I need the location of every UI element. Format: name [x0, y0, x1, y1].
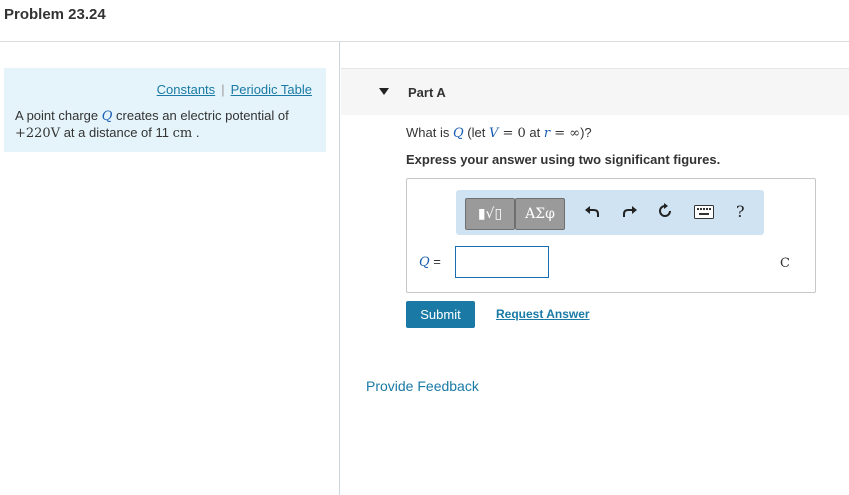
help-icon[interactable]: ? [736, 202, 745, 221]
resource-links: Constants | Periodic Table [157, 82, 312, 97]
problem-text-part: . [192, 125, 200, 140]
problem-text-part: at a distance of 11 [60, 125, 173, 140]
question-part: )? [580, 125, 592, 140]
charge-variable: Q [452, 126, 464, 141]
redo-icon[interactable] [622, 203, 638, 224]
problem-text-part: A point charge [15, 108, 102, 123]
question-part: (let [463, 125, 489, 140]
greek-symbols-button[interactable]: ΑΣφ [515, 198, 565, 230]
answer-input[interactable] [455, 246, 549, 278]
keyboard-icon[interactable] [694, 205, 714, 224]
answer-label: Q = [419, 254, 441, 270]
charge-variable: Q [101, 109, 113, 124]
templates-button[interactable]: ▮√▯ [465, 198, 515, 230]
problem-statement: A point charge Q creates an electric pot… [15, 108, 289, 142]
constants-link[interactable]: Constants [157, 82, 216, 97]
distance-unit: cm [172, 126, 193, 141]
provide-feedback-link[interactable]: Provide Feedback [366, 378, 479, 394]
charge-variable: Q [419, 255, 430, 270]
part-a-header[interactable]: Part A [341, 68, 849, 115]
reset-icon[interactable] [657, 203, 673, 224]
question-part: What is [406, 125, 453, 140]
request-answer-link[interactable]: Request Answer [496, 307, 590, 321]
header-divider [0, 41, 849, 42]
question-part: = 0 [498, 126, 526, 141]
answer-units: C [780, 256, 790, 271]
column-divider [339, 42, 340, 495]
undo-icon[interactable] [584, 203, 600, 224]
potential-variable: V [488, 126, 499, 141]
answer-instruction: Express your answer using two significan… [406, 152, 721, 167]
submit-button[interactable]: Submit [406, 301, 475, 328]
equals-sign: = [429, 254, 441, 269]
collapse-triangle-icon[interactable] [379, 88, 389, 95]
question-part: at [525, 125, 544, 140]
problem-info-panel: Constants | Periodic Table A point charge … [4, 68, 326, 152]
potential-value: +220V [15, 126, 61, 141]
question-part: = ∞ [550, 126, 581, 141]
question-text: What is Q (let V = 0 at r = ∞)? [406, 125, 592, 141]
problem-text-part: creates an electric potential of [112, 108, 289, 123]
math-toolbar: ▮√▯ ΑΣφ ? [456, 190, 764, 235]
part-a-label: Part A [408, 85, 446, 100]
link-separator: | [221, 82, 225, 97]
periodic-table-link[interactable]: Periodic Table [231, 82, 312, 97]
answer-panel: ▮√▯ ΑΣφ ? Q = C [406, 178, 816, 293]
page-title: Problem 23.24 [4, 6, 106, 23]
